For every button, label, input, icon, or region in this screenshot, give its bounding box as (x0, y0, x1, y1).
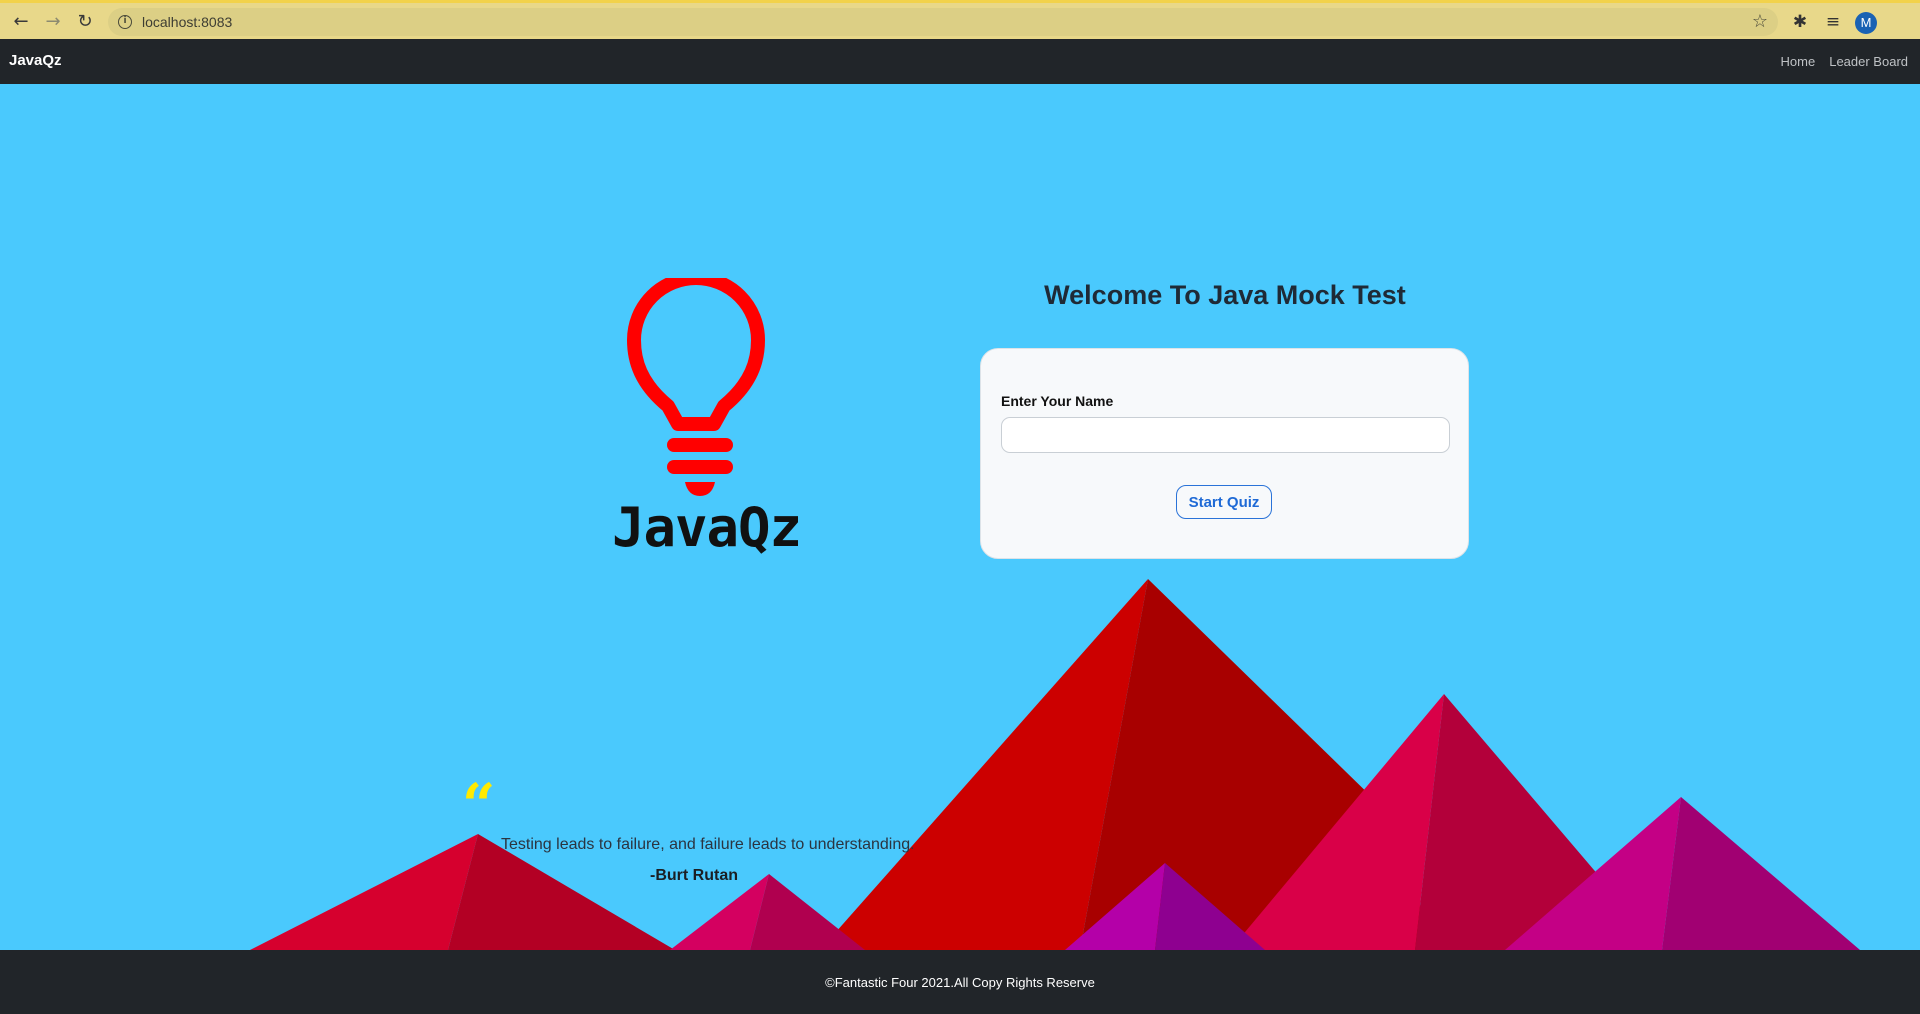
quote-mark-icon: “ (462, 771, 496, 839)
hero-section: JavaQz Welcome To Java Mock Test Enter Y… (0, 84, 1920, 950)
start-quiz-button[interactable]: Start Quiz (1176, 485, 1272, 519)
forward-arrow-icon[interactable]: → (42, 11, 64, 33)
navbar-brand[interactable]: JavaQz (9, 52, 62, 69)
name-label: Enter Your Name (1001, 393, 1114, 409)
page-footer: ©Fantastic Four 2021.All Copy Rights Res… (0, 950, 1920, 1014)
quote-author: -Burt Rutan (650, 867, 738, 884)
name-input[interactable] (1001, 417, 1450, 453)
top-navbar: JavaQz Home Leader Board (0, 39, 1920, 84)
nav-link-home[interactable]: Home (1781, 54, 1816, 69)
extensions-icon[interactable]: ✱ (1788, 10, 1812, 34)
url-text[interactable]: localhost:8083 (142, 14, 232, 30)
back-arrow-icon[interactable]: ← (10, 11, 32, 33)
browser-toolbar: ← → ↻ i localhost:8083 ☆ ✱ ≡ M (0, 0, 1920, 39)
address-bar[interactable]: i localhost:8083 ☆ (108, 8, 1778, 36)
name-form-card: Enter Your Name Start Quiz (980, 348, 1469, 559)
mountains-illustration (250, 579, 1860, 950)
star-icon[interactable]: ☆ (1752, 11, 1768, 32)
reload-icon[interactable]: ↻ (74, 11, 96, 33)
copyright-text: ©Fantastic Four 2021.All Copy Rights Res… (825, 975, 1095, 990)
media-icon[interactable]: ≡ (1821, 10, 1845, 34)
profile-avatar[interactable]: M (1855, 12, 1877, 34)
nav-links: Home Leader Board (1781, 54, 1908, 69)
quote-text: Testing leads to failure, and failure le… (501, 836, 915, 853)
nav-link-leader-board[interactable]: Leader Board (1829, 54, 1908, 69)
logo-wordmark: JavaQz (612, 496, 802, 559)
info-icon[interactable]: i (118, 15, 132, 29)
welcome-heading: Welcome To Java Mock Test (1044, 280, 1406, 310)
